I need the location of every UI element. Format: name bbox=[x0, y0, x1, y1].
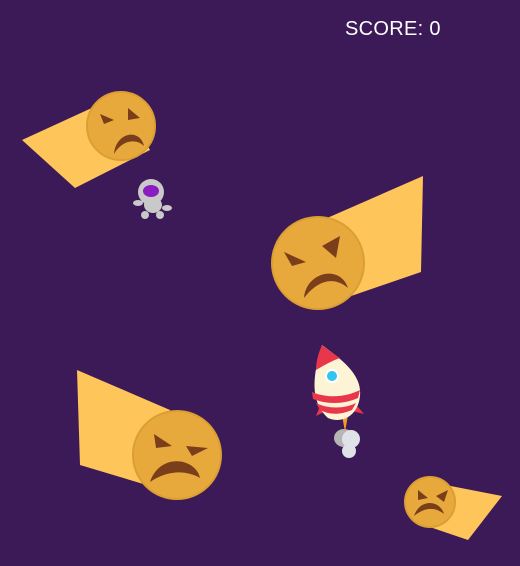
meteor-3 bbox=[77, 370, 222, 500]
meteor-4 bbox=[404, 476, 502, 540]
astronaut-pickup bbox=[133, 179, 172, 219]
rocket-player bbox=[312, 345, 364, 458]
game-scene bbox=[22, 91, 502, 540]
game-canvas[interactable]: SCORE: 0 bbox=[0, 0, 520, 566]
meteor-2 bbox=[271, 176, 423, 310]
meteor-1 bbox=[22, 91, 156, 188]
